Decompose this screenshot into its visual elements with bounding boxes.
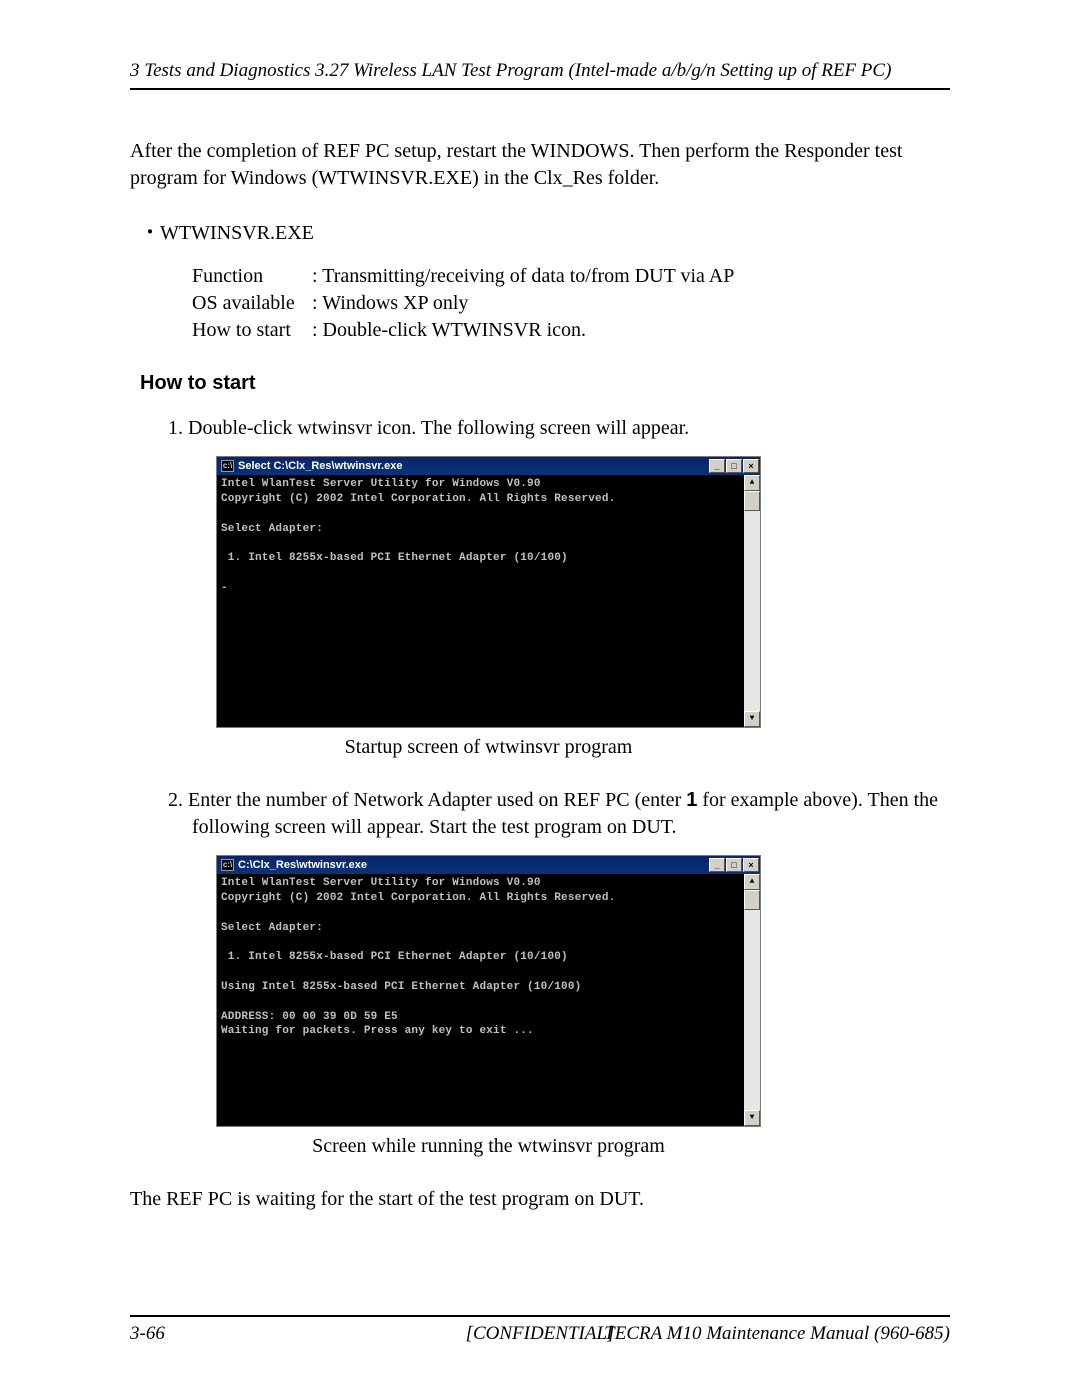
- scrollbar[interactable]: ▲ ▼: [744, 874, 760, 1126]
- definition-block: Function : Transmitting/receiving of dat…: [192, 265, 950, 342]
- terminal-titlebar[interactable]: c:\ C:\Clx_Res\wtwinsvr.exe _ □ ×: [217, 856, 760, 874]
- terminal-window-running: c:\ C:\Clx_Res\wtwinsvr.exe _ □ × Intel …: [216, 855, 761, 1127]
- close-button[interactable]: ×: [743, 858, 759, 872]
- step2-bold-number: 1: [686, 789, 697, 811]
- scroll-thumb[interactable]: [744, 890, 760, 910]
- section-heading-how-to-start: How to start: [140, 372, 950, 395]
- scroll-up-icon[interactable]: ▲: [744, 874, 760, 890]
- def-row-howstart: How to start : Double-click WTWINSVR ico…: [192, 319, 950, 342]
- footer-confidential: [CONFIDENTIAL]: [130, 1323, 950, 1345]
- scroll-track[interactable]: [744, 910, 760, 1110]
- def-label: OS available: [192, 292, 312, 315]
- terminal-content: Intel WlanTest Server Utility for Window…: [217, 874, 744, 1126]
- def-value: : Windows XP only: [312, 292, 468, 315]
- caption-startup: Startup screen of wtwinsvr program: [216, 736, 761, 759]
- def-label: Function: [192, 265, 312, 288]
- def-value: : Double-click WTWINSVR icon.: [312, 319, 586, 342]
- step-1: 1. Double-click wtwinsvr icon. The follo…: [192, 415, 950, 442]
- terminal-window-startup: c:\ Select C:\Clx_Res\wtwinsvr.exe _ □ ×…: [216, 456, 761, 728]
- close-button[interactable]: ×: [743, 459, 759, 473]
- maximize-button[interactable]: □: [726, 858, 742, 872]
- minimize-button[interactable]: _: [709, 858, 725, 872]
- scroll-down-icon[interactable]: ▼: [744, 1110, 760, 1126]
- caption-running: Screen while running the wtwinsvr progra…: [216, 1135, 761, 1158]
- cmd-icon: c:\: [221, 460, 234, 472]
- page-header: 3 Tests and Diagnostics 3.27 Wireless LA…: [130, 60, 950, 90]
- step2-pre: 2. Enter the number of Network Adapter u…: [168, 789, 686, 811]
- step-2: 2. Enter the number of Network Adapter u…: [192, 787, 950, 841]
- def-row-os: OS available : Windows XP only: [192, 292, 950, 315]
- bullet-wtwinsvr: ・WTWINSVR.EXE: [140, 216, 950, 245]
- minimize-button[interactable]: _: [709, 459, 725, 473]
- terminal-content: Intel WlanTest Server Utility for Window…: [217, 475, 744, 727]
- terminal-title: C:\Clx_Res\wtwinsvr.exe: [238, 859, 709, 871]
- cmd-icon: c:\: [221, 859, 234, 871]
- def-label: How to start: [192, 319, 312, 342]
- page-footer: 3-66 [CONFIDENTIAL] TECRA M10 Maintenanc…: [130, 1315, 950, 1345]
- terminal-title: Select C:\Clx_Res\wtwinsvr.exe: [238, 460, 709, 472]
- def-row-function: Function : Transmitting/receiving of dat…: [192, 265, 950, 288]
- closing-paragraph: The REF PC is waiting for the start of t…: [130, 1186, 950, 1213]
- maximize-button[interactable]: □: [726, 459, 742, 473]
- scroll-up-icon[interactable]: ▲: [744, 475, 760, 491]
- def-value: : Transmitting/receiving of data to/from…: [312, 265, 734, 288]
- terminal-titlebar[interactable]: c:\ Select C:\Clx_Res\wtwinsvr.exe _ □ ×: [217, 457, 760, 475]
- scroll-thumb[interactable]: [744, 491, 760, 511]
- intro-paragraph: After the completion of REF PC setup, re…: [130, 138, 950, 192]
- scroll-track[interactable]: [744, 511, 760, 711]
- scrollbar[interactable]: ▲ ▼: [744, 475, 760, 727]
- scroll-down-icon[interactable]: ▼: [744, 711, 760, 727]
